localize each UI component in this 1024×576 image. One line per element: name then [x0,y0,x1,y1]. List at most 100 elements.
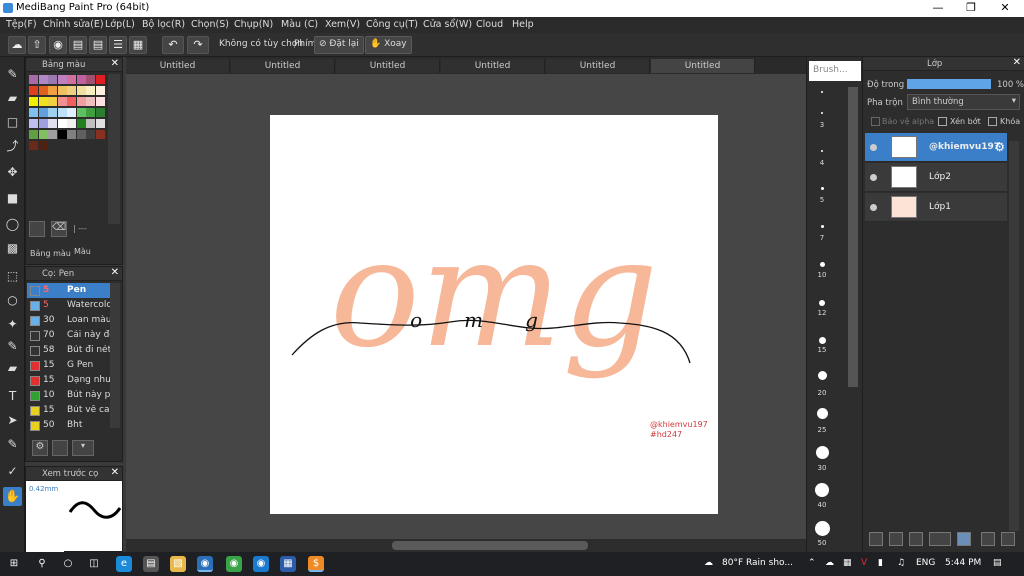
brush-item[interactable]: 50 Bht [27,418,119,433]
layer-scrollbar[interactable] [1009,141,1019,531]
color-swatch[interactable] [76,86,86,95]
color-swatch[interactable] [29,108,38,117]
cortana-icon[interactable]: ○ [60,556,76,572]
color-swatch[interactable] [38,119,48,128]
color-swatch[interactable] [29,75,38,84]
search-icon[interactable]: ⚲ [34,556,50,572]
tab-untitled-5[interactable]: Untitled [546,59,650,73]
close-icon[interactable]: ✕ [111,467,119,478]
color-swatch[interactable] [29,86,38,95]
brush-item[interactable]: 5 Watercolor [27,298,119,313]
blur-tool-icon[interactable]: ⤴ [3,137,22,156]
opacity-slider[interactable] [907,79,991,89]
weather-icon[interactable]: ☁ [704,558,713,568]
color-swatch[interactable] [57,86,67,95]
menu-layer[interactable]: Lớp(L) [105,19,135,30]
brush-size-dot[interactable] [818,337,826,344]
color-swatch[interactable] [76,97,86,106]
upload-icon[interactable]: ⇧ [28,36,46,54]
brush-item[interactable]: 30 Loan màu [27,313,119,328]
color-swatch[interactable] [95,97,105,106]
menu-edit[interactable]: Chỉnh sửa(E) [43,19,104,30]
divide-tool-icon[interactable]: ✎ [3,435,22,454]
text-tool-icon[interactable]: T [3,387,22,406]
hand-tool-icon[interactable]: ✋ [3,487,22,506]
tab-color[interactable]: Màu [74,247,91,256]
brush-size-dot[interactable] [817,370,827,380]
shape-fill-tool-icon[interactable]: ■ [3,189,22,208]
color-swatch[interactable] [76,75,86,84]
color-swatch[interactable] [95,86,105,95]
new-layer-icon[interactable] [869,532,883,546]
color-swatch[interactable] [57,108,67,117]
color-swatch[interactable] [29,141,38,150]
color-swatch[interactable] [95,130,105,139]
brush-size-dot[interactable] [815,483,829,497]
brush-item[interactable]: 15 Bút vê ca [27,403,119,418]
lasso-tool-icon[interactable]: ○ [3,291,22,310]
chevron-up-icon[interactable]: ⌃ [808,558,816,568]
battery-icon[interactable]: ▮ [878,558,883,568]
add-brush-icon[interactable]: ⚙ [32,440,48,456]
cloud-icon[interactable]: ☁ [8,36,26,54]
color-swatch[interactable] [48,130,57,139]
menu-view[interactable]: Xem(V) [325,19,360,30]
color-swatch[interactable] [67,75,76,84]
color-swatch[interactable] [86,130,95,139]
brush-size-dot[interactable] [820,224,824,228]
color-swatch[interactable] [67,108,76,117]
tab-untitled-3[interactable]: Untitled [336,59,440,73]
vivaldi-icon[interactable]: V [861,558,867,568]
color-swatch[interactable] [86,97,95,106]
eyedropper-tool-icon[interactable]: ✓ [3,462,22,481]
color-swatch[interactable] [48,97,57,106]
color-swatch[interactable] [76,119,86,128]
maximize-button[interactable]: ❐ [954,0,988,17]
canvas-paper[interactable]: omg omg @khiemvu197 #hd247 [270,115,718,514]
color-swatch[interactable] [76,130,86,139]
calendar-icon[interactable]: ▦ [843,558,852,568]
scroll-thumb[interactable] [392,541,588,550]
color-swatch[interactable] [48,86,57,95]
folder-icon[interactable] [957,532,971,546]
close-icon[interactable]: ✕ [111,58,119,69]
tab-untitled-2[interactable]: Untitled [231,59,335,73]
reset-button[interactable]: ⊘ Đặt lại [314,36,364,54]
color-swatch[interactable] [95,108,105,117]
brush-size-dot[interactable] [814,520,830,536]
color-swatch[interactable] [86,119,95,128]
color-swatch[interactable] [67,97,76,106]
color-swatch[interactable] [57,97,67,106]
add-layer-menu-icon[interactable] [929,532,951,546]
color-swatch[interactable] [57,130,67,139]
app-blue-icon[interactable]: ◉ [253,556,269,572]
color-swatch[interactable] [48,119,57,128]
file-explorer-icon[interactable]: ▧ [170,556,186,572]
select-tool-icon[interactable]: ⬚ [3,267,22,286]
edge-icon[interactable]: e [116,556,132,572]
operation-tool-icon[interactable]: ➤ [3,411,22,430]
palette-scrollbar[interactable] [108,74,120,224]
menu-capture[interactable]: Chụp(N) [234,19,273,30]
color-swatch[interactable] [67,86,76,95]
grid-icon[interactable]: ▦ [129,36,147,54]
menu-help[interactable]: Help [512,19,534,30]
brush-tool-icon[interactable]: ✎ [3,65,22,84]
app-green-icon[interactable]: ◉ [226,556,242,572]
brush-item[interactable]: 15 Dạng như [27,373,119,388]
color-swatch[interactable] [48,108,57,117]
trash-icon[interactable] [1001,532,1015,546]
clock[interactable]: 5:44 PM [945,558,981,568]
close-button[interactable]: ✕ [988,0,1022,17]
task-view-icon[interactable]: ◫ [86,556,102,572]
eraser-tool-icon[interactable]: ▰ [3,89,22,108]
move-tool-icon[interactable]: ✥ [3,163,22,182]
select-pen-tool-icon[interactable]: ✎ [3,337,22,356]
tab-untitled-4[interactable]: Untitled [441,59,545,73]
clipping-checkbox[interactable] [938,117,947,126]
medibang-icon[interactable]: $ [308,556,324,572]
brush-size-dot[interactable] [821,91,823,93]
list-icon[interactable]: ☰ [109,36,127,54]
menu-select[interactable]: Chọn(S) [191,19,229,30]
new-brush-icon[interactable] [52,440,68,456]
